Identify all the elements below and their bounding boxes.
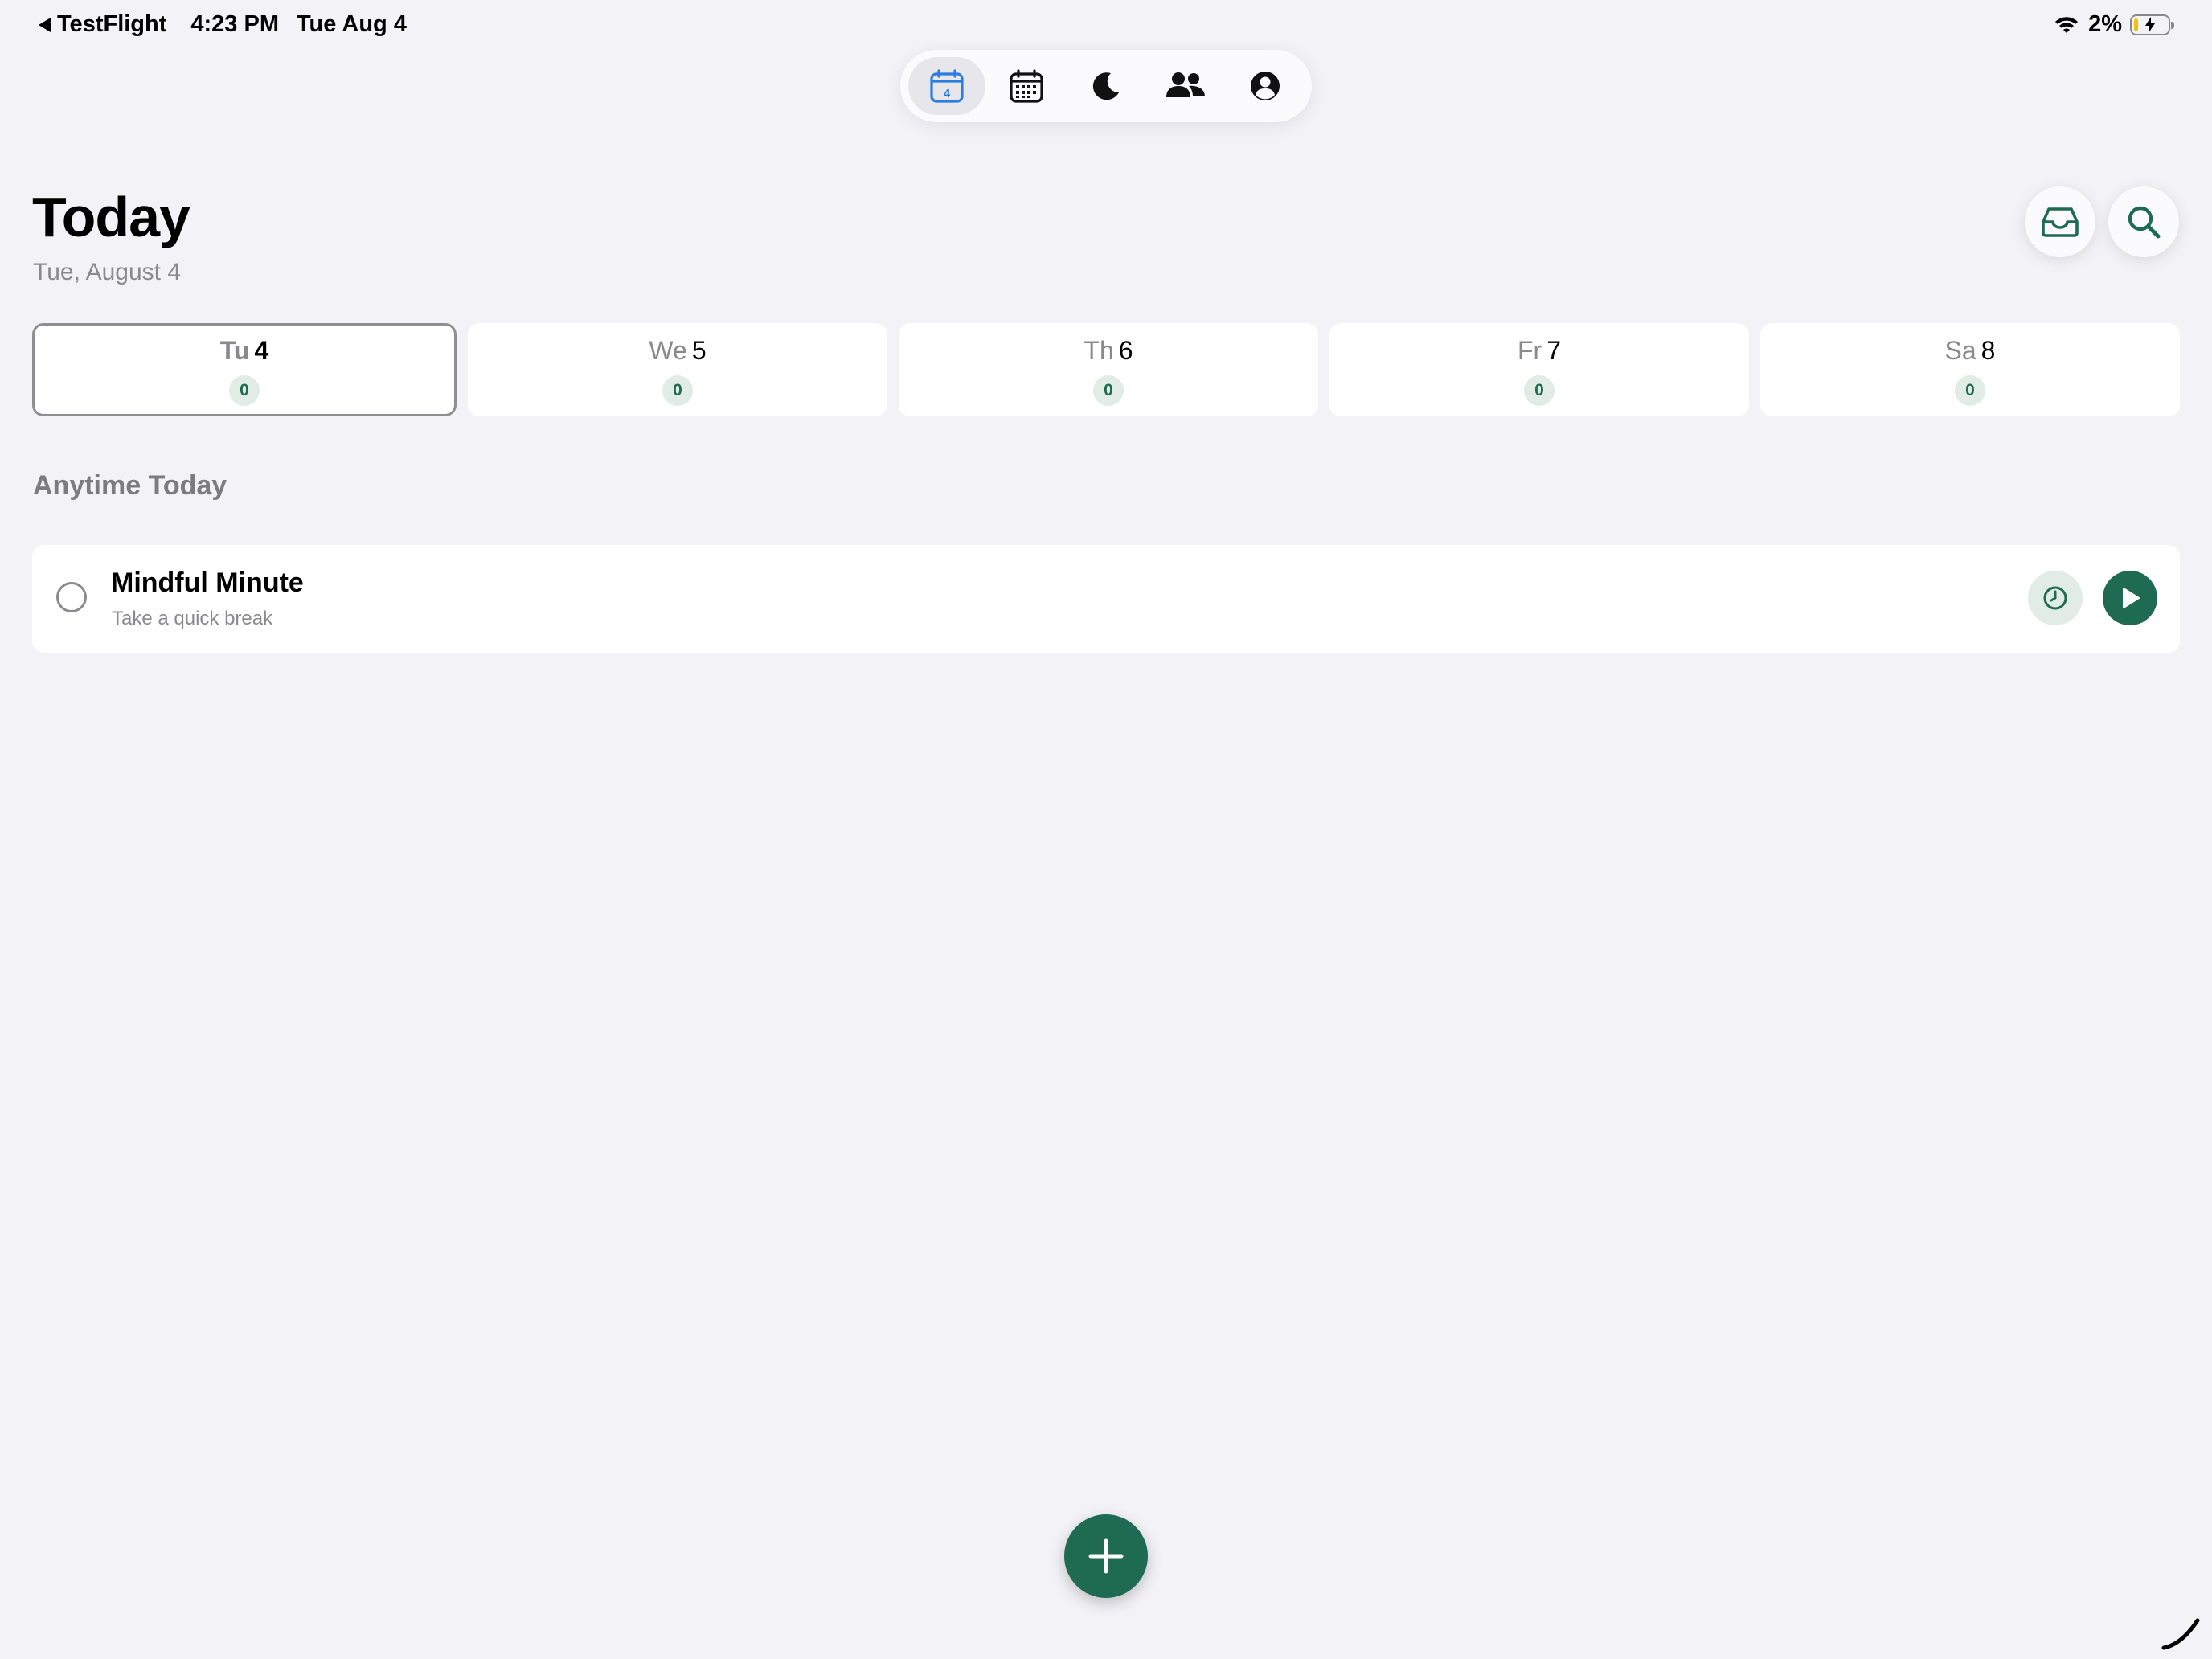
- day-label: Fr 7: [1518, 336, 1561, 366]
- week-strip: Tu 4 0 We 5 0 Th 6 0 Fr 7 0 Sa 8 0: [32, 323, 2180, 416]
- task-title: Mindful Minute: [111, 567, 304, 598]
- tab-today[interactable]: 4: [907, 57, 985, 115]
- moon-icon: [1092, 72, 1119, 100]
- add-task-button[interactable]: [1064, 1514, 1148, 1598]
- task-play-button[interactable]: [2103, 571, 2157, 625]
- plus-icon: [1088, 1538, 1124, 1574]
- day-task-count-badge: 0: [1524, 375, 1555, 406]
- tab-calendar[interactable]: [988, 57, 1065, 115]
- status-time: 4:23 PM: [190, 11, 279, 37]
- corner-gesture-indicator: [2161, 1618, 2200, 1650]
- day-task-count-badge: 0: [662, 375, 693, 406]
- clock-icon: [2043, 586, 2067, 610]
- day-abbr: Sa: [1944, 336, 1976, 365]
- calendar-month-icon: [1010, 69, 1043, 103]
- battery-level-fill: [2134, 18, 2138, 31]
- day-label: Sa 8: [1945, 336, 1996, 366]
- tab-people[interactable]: [1147, 57, 1224, 115]
- day-label: Th 6: [1083, 336, 1133, 366]
- charging-bolt-icon: [2145, 16, 2155, 33]
- play-icon: [2123, 588, 2140, 608]
- task-subtitle: Take a quick break: [112, 608, 273, 629]
- wifi-icon: [2055, 16, 2079, 33]
- day-abbr: Fr: [1518, 336, 1542, 365]
- task-card[interactable]: Mindful Minute Take a quick break: [32, 545, 2180, 653]
- day-cell[interactable]: Th 6 0: [899, 323, 1318, 416]
- tab-sleep[interactable]: [1067, 57, 1145, 115]
- day-abbr: We: [649, 336, 687, 365]
- day-task-count-badge: 0: [229, 375, 260, 406]
- page-title: Today: [32, 186, 190, 248]
- tab-profile[interactable]: [1227, 57, 1304, 115]
- day-abbr: Th: [1083, 336, 1114, 365]
- battery-percent: 2%: [2088, 11, 2122, 37]
- top-tab-bar: 4: [900, 50, 1312, 122]
- day-number: 4: [254, 336, 269, 365]
- page-subtitle-date: Tue, August 4: [33, 259, 182, 285]
- back-arrow-icon[interactable]: [39, 17, 51, 32]
- day-task-count-badge: 0: [1093, 375, 1124, 406]
- day-label: We 5: [649, 336, 706, 366]
- day-number: 6: [1118, 336, 1133, 365]
- battery-icon: [2130, 14, 2174, 35]
- status-bar-right: 2%: [2053, 11, 2174, 38]
- back-to-app-link[interactable]: TestFlight: [57, 11, 166, 38]
- calendar-today-day: 4: [943, 87, 950, 100]
- people-icon: [1166, 72, 1206, 97]
- section-title: Anytime Today: [33, 470, 227, 501]
- day-number: 5: [691, 336, 707, 365]
- task-schedule-button[interactable]: [2028, 571, 2083, 625]
- profile-icon: [1251, 72, 1280, 100]
- day-cell[interactable]: Tu 4 0: [32, 323, 457, 416]
- day-cell[interactable]: Fr 7 0: [1329, 323, 1749, 416]
- calendar-today-icon: 4: [929, 69, 964, 103]
- day-number: 8: [1981, 336, 1996, 365]
- day-task-count-badge: 0: [1955, 375, 1985, 406]
- search-button[interactable]: [2108, 186, 2179, 257]
- task-checkbox[interactable]: [56, 582, 87, 612]
- day-label: Tu 4: [220, 336, 269, 366]
- day-cell[interactable]: Sa 8 0: [1760, 323, 2180, 416]
- day-number: 7: [1546, 336, 1561, 365]
- inbox-button[interactable]: [2025, 186, 2095, 257]
- inbox-icon: [2042, 207, 2079, 237]
- day-cell[interactable]: We 5 0: [468, 323, 887, 416]
- day-abbr: Tu: [219, 336, 250, 365]
- search-icon: [2128, 206, 2161, 239]
- status-date: Tue Aug 4: [297, 11, 407, 37]
- status-bar-left: TestFlight 4:23 PM Tue Aug 4: [39, 11, 407, 38]
